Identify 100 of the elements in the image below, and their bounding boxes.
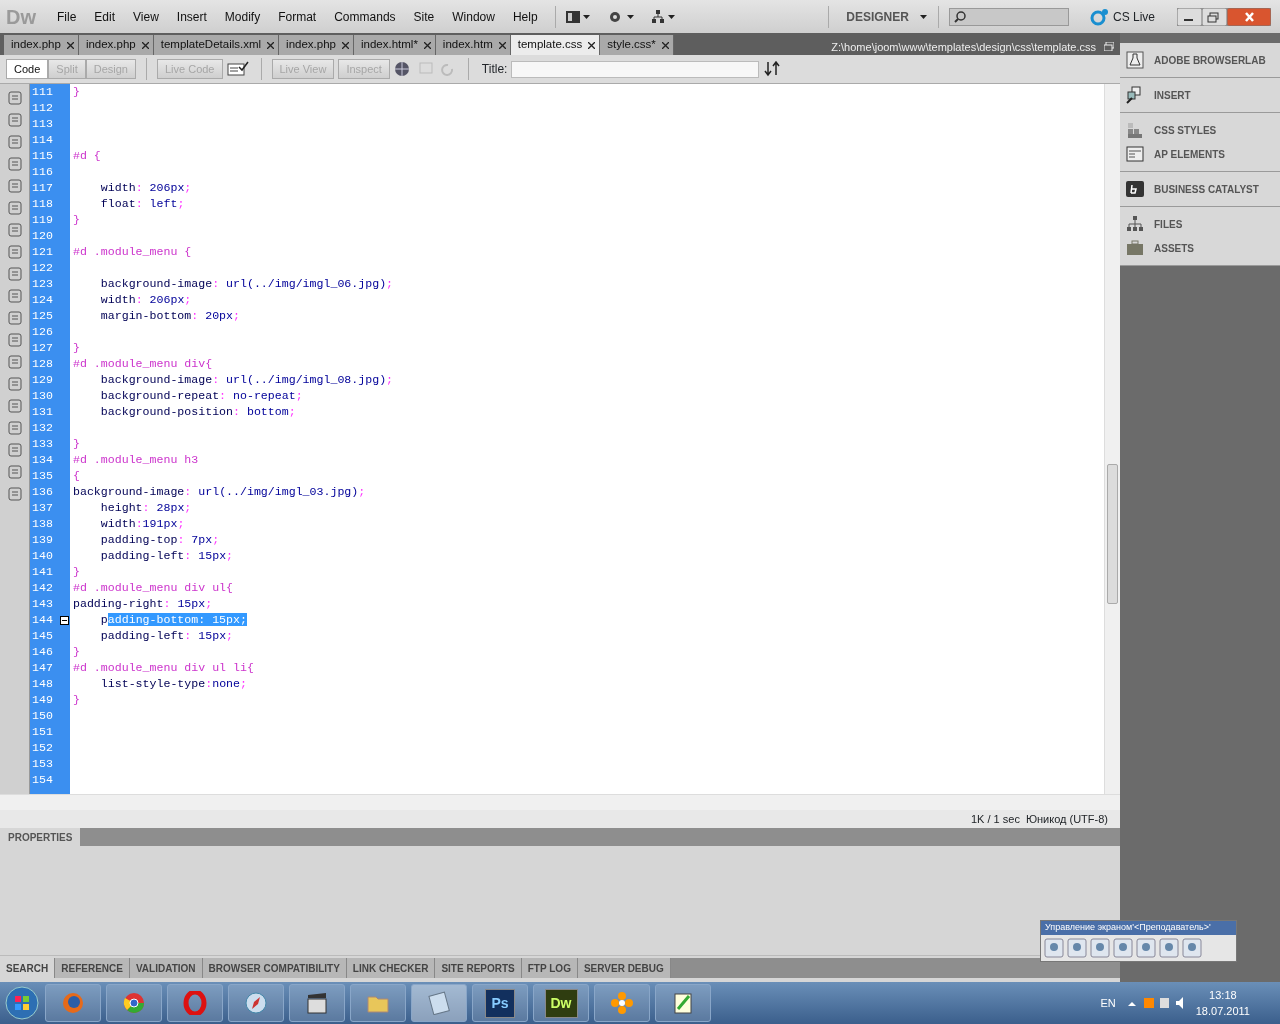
line-number: 127 (32, 340, 53, 356)
document-tab[interactable]: template.css (510, 35, 601, 55)
language-indicator[interactable]: EN (1100, 994, 1116, 1012)
menu-item[interactable]: Help (505, 5, 545, 28)
title-field[interactable] (511, 60, 760, 78)
close-icon[interactable] (588, 41, 596, 49)
sitemap-icon[interactable] (651, 9, 676, 24)
panel-tab[interactable]: SITE REPORTS (435, 958, 522, 978)
restore-icon[interactable] (1104, 42, 1114, 52)
line-number: 135 (32, 468, 53, 484)
code-line: background-image: url(../img/imgl_08.jpg); (99, 372, 395, 388)
flower-icon (610, 991, 634, 1015)
taskbar-button[interactable]: Dw (533, 984, 589, 1022)
compass-icon (244, 991, 268, 1015)
code-line: #d { (73, 148, 102, 164)
document-tab[interactable]: index.html* (353, 35, 436, 55)
insert-icon (1126, 86, 1144, 104)
file-size: 1K / 1 sec (970, 811, 1020, 827)
document-tab[interactable]: index.php (78, 35, 154, 55)
line-number: 139 (32, 532, 53, 548)
code-line: } (73, 212, 81, 228)
clock[interactable]: 13:18 18.07.2011 (1195, 986, 1250, 1020)
menu-item[interactable]: File (50, 5, 84, 28)
code-line: padding-top: 7px; (99, 532, 221, 548)
panel-tab[interactable]: BROWSER COMPATIBILITY (202, 958, 347, 978)
code-line: #d .module_menu { (73, 244, 193, 260)
menu-item[interactable]: Format (271, 5, 324, 28)
code-line: } (73, 644, 81, 660)
code-line: padding-bottom: 15px; (99, 612, 248, 628)
code-line: margin-bottom: 20px; (99, 308, 241, 324)
code-line: #d .module_menu div ul{ (73, 580, 235, 596)
restore-button[interactable] (1202, 7, 1227, 26)
code-line: background-image: url(../img/imgl_03.jpg); (73, 484, 367, 500)
panel-item[interactable]: FILES (1126, 215, 1274, 233)
line-number: 136 (32, 484, 53, 500)
line-number: 150 (32, 708, 53, 724)
code-line: #d .module_menu div ul li{ (73, 660, 255, 676)
taskbar-button[interactable] (655, 984, 711, 1022)
minimize-button[interactable] (1177, 7, 1202, 26)
close-icon[interactable] (661, 41, 669, 49)
document-tab[interactable]: index.htm (435, 35, 511, 55)
menu-item[interactable]: View (126, 5, 166, 28)
code-line: } (73, 436, 81, 452)
code-line: padding-left: 15px; (99, 628, 235, 644)
line-number: 133 (32, 436, 53, 452)
vertical-scrollbar[interactable] (1104, 84, 1120, 794)
panel-tab[interactable]: FTP LOG (521, 958, 578, 978)
menu-item[interactable]: Commands (327, 5, 403, 28)
cs-live-link[interactable]: CS Live (1112, 7, 1155, 26)
document-tab[interactable]: templateDetails.xml (153, 35, 280, 55)
workspace-switcher[interactable]: DESIGNER (839, 5, 916, 28)
close-icon[interactable] (141, 41, 149, 49)
menu-item[interactable]: Window (445, 5, 502, 28)
checklist-icon[interactable] (226, 61, 251, 77)
line-number: 128 (32, 356, 53, 372)
panel-tab[interactable]: LINK CHECKER (346, 958, 436, 978)
file-path: Z:\home\joom\www\templates\design\css\template.css (831, 39, 1096, 55)
document-tab[interactable]: style.css* (600, 35, 674, 55)
close-icon[interactable] (423, 41, 431, 49)
panel-tab[interactable]: SEARCH (0, 958, 56, 978)
line-number: 152 (32, 740, 53, 756)
code-line: padding-right: 15px; (73, 596, 214, 612)
layers-icon (1126, 145, 1144, 163)
panel-tab[interactable]: SERVER DEBUG (577, 958, 671, 978)
menu-item[interactable]: Site (406, 5, 442, 28)
close-icon[interactable] (498, 41, 506, 49)
line-number: 151 (32, 724, 53, 740)
view-button[interactable]: Code (6, 58, 49, 80)
close-icon[interactable] (341, 41, 349, 49)
layout-icon[interactable] (565, 10, 590, 23)
panel-item[interactable]: CSS STYLES (1126, 121, 1274, 139)
start-button[interactable] (4, 985, 40, 1021)
panel-item[interactable]: ASSETS (1126, 239, 1274, 257)
properties-tab[interactable]: PROPERTIES (0, 828, 81, 846)
line-number: 154 (32, 772, 53, 788)
line-number: 140 (32, 548, 53, 564)
menu-item[interactable]: Modify (217, 5, 268, 28)
panel-item[interactable]: AP ELEMENTS (1126, 145, 1274, 163)
close-icon[interactable] (66, 41, 74, 49)
close-icon[interactable] (267, 41, 275, 49)
code-line: float: left; (99, 196, 186, 212)
line-number: 114 (32, 132, 53, 148)
search-field[interactable] (948, 7, 1069, 26)
line-number: 138 (32, 516, 53, 532)
bc-logo-icon (1126, 180, 1144, 198)
taskbar-button[interactable]: Ps (472, 984, 528, 1022)
menu-item[interactable]: Insert (169, 5, 214, 28)
line-number: 142 (32, 580, 53, 596)
line-number: 149 (32, 692, 53, 708)
search-icon (953, 10, 966, 23)
ring-icon (1088, 7, 1109, 26)
close-button[interactable] (1227, 7, 1271, 26)
panel-tab[interactable]: REFERENCE (55, 958, 130, 978)
panel-tab[interactable]: VALIDATION (129, 958, 203, 978)
taskbar-button[interactable] (289, 984, 345, 1022)
notepad-icon (671, 991, 695, 1015)
horizontal-scrollbar[interactable] (0, 794, 1120, 810)
document-tab[interactable]: index.php (4, 35, 79, 55)
menu-item[interactable]: Edit (87, 5, 123, 28)
document-tab[interactable]: index.php (279, 35, 354, 55)
